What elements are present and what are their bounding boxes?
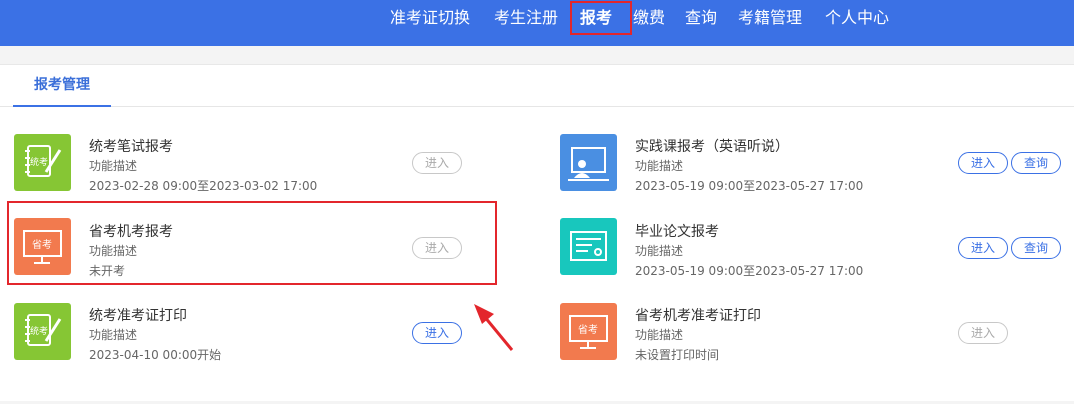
nav-admission-switch[interactable]: 准考证切换 [390,0,470,36]
icon-text: 统考 [30,325,48,337]
card-title: 统考笔试报考 [89,139,173,155]
card-desc: 功能描述 [89,328,138,342]
card-title: 毕业论文报考 [635,224,719,240]
enter-button[interactable]: 进入 [958,152,1008,174]
certificate-document-icon [560,218,617,275]
card-title: 省考机考准考证打印 [635,308,761,324]
card-desc: 功能描述 [89,159,138,173]
card-info: 2023-05-19 09:00至2023-05-27 17:00 [635,264,864,278]
card-desc: 功能描述 [635,328,684,342]
nav-query[interactable]: 查询 [685,0,717,36]
enter-button[interactable]: 进入 [958,322,1008,344]
computer-exam-icon: 省考 [560,303,617,360]
card-title: 实践课报考（英语听说） [635,139,789,155]
card-title: 统考准考证打印 [89,308,187,324]
card-info: 未设置打印时间 [635,348,720,362]
tab-exam-management[interactable]: 报考管理 [13,65,111,107]
icon-text: 省考 [578,323,598,336]
nav-payment[interactable]: 缴费 [633,0,665,36]
nav-record-management[interactable]: 考籍管理 [738,0,802,36]
classroom-presenter-icon [560,134,617,191]
highlight-box [7,201,497,285]
card-info: 2023-02-28 09:00至2023-03-02 17:00 [89,179,318,193]
card-desc: 功能描述 [635,159,684,173]
icon-text: 统考 [30,156,48,168]
card-info: 2023-05-19 09:00至2023-05-27 17:00 [635,179,864,193]
enter-button[interactable]: 进入 [412,152,462,174]
nav-register[interactable]: 考生注册 [494,0,558,36]
red-arrow-icon [474,304,514,351]
top-nav-bar: 准考证切换 考生注册 报考 缴费 查询 考籍管理 个人中心 [0,0,1074,46]
nav-personal-center[interactable]: 个人中心 [825,0,889,36]
enter-button[interactable]: 进入 [412,322,462,344]
nav-active-highlight-box [570,1,632,35]
query-button[interactable]: 查询 [1011,152,1061,174]
tab-row [0,64,1074,107]
exam-notebook-icon: 统考 [14,303,71,360]
card-desc: 功能描述 [635,244,684,258]
enter-button[interactable]: 进入 [958,237,1008,259]
query-button[interactable]: 查询 [1011,237,1061,259]
card-info: 2023-04-10 00:00开始 [89,348,222,362]
exam-notebook-icon: 统考 [14,134,71,191]
